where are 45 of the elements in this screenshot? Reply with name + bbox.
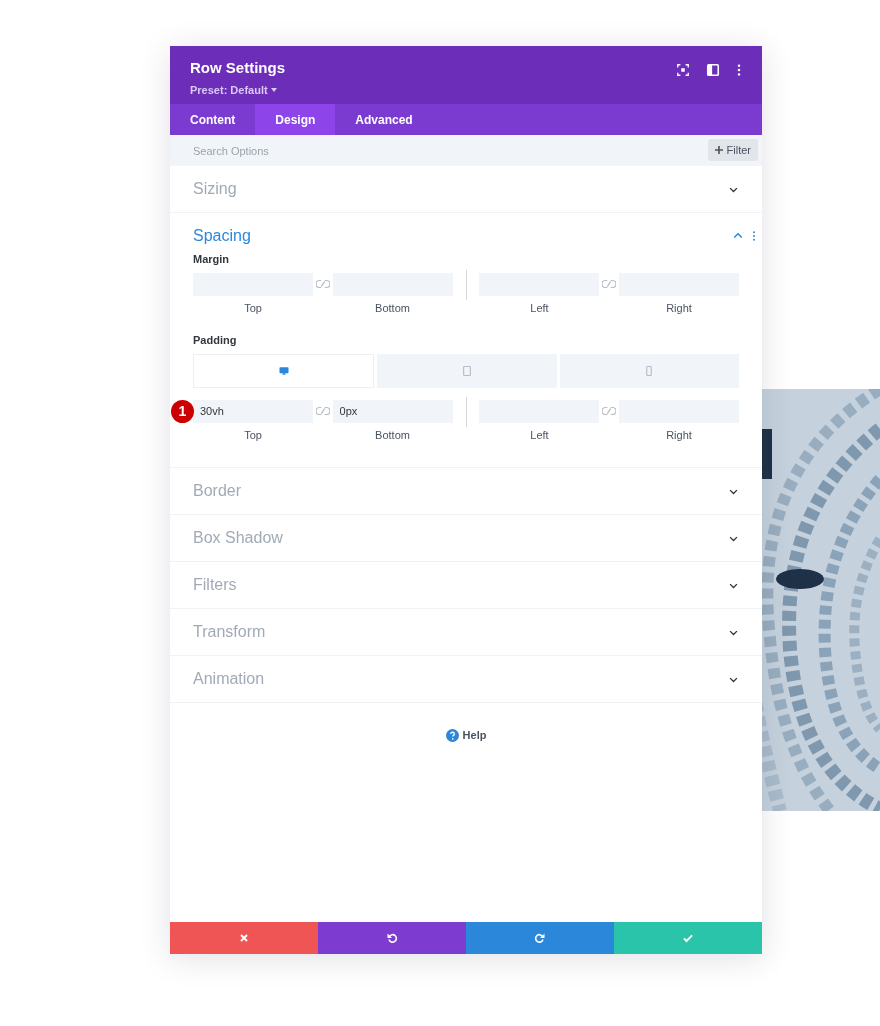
help-link[interactable]: Help (445, 727, 487, 744)
caret-icon (270, 88, 277, 92)
field-label: Top (244, 300, 262, 316)
undo-icon (386, 932, 398, 944)
field-label: Left (530, 300, 549, 316)
device-tab[interactable] (559, 353, 739, 388)
field-label: Margin (193, 252, 231, 267)
check-icon (682, 932, 694, 944)
redo-icon (534, 932, 546, 944)
tab[interactable]: Advanced (335, 104, 433, 135)
link-icon[interactable] (315, 277, 330, 291)
field-label: Bottom (375, 427, 410, 443)
filter-button[interactable]: Filter (707, 139, 758, 161)
tablet-icon (461, 364, 473, 377)
redo-button[interactable] (466, 922, 614, 954)
field-label: Right (666, 300, 692, 316)
field-label: Right (666, 427, 692, 443)
field-label: Padding (193, 333, 238, 348)
desktop-icon (277, 364, 290, 377)
section-title[interactable]: Spacing (193, 224, 251, 248)
tab[interactable]: Design (255, 104, 336, 135)
discard-button[interactable] (170, 922, 318, 954)
tab[interactable]: Content (170, 104, 256, 135)
device-tab[interactable] (193, 353, 375, 388)
save-button[interactable] (614, 922, 762, 954)
more-options-icon[interactable] (736, 63, 742, 77)
fullscreen-icon[interactable] (676, 63, 690, 77)
preset-dropdown[interactable]: Preset: Default (190, 81, 277, 99)
step-marker: 1 (171, 399, 194, 423)
field-label: Left (530, 427, 549, 443)
plus-icon (714, 146, 723, 154)
link-icon[interactable] (602, 404, 617, 418)
link-icon[interactable] (315, 404, 330, 418)
more-options-icon[interactable] (752, 230, 756, 242)
input-field[interactable]: 0px (332, 399, 453, 423)
field-label: Top (244, 427, 262, 443)
split-view-icon[interactable] (706, 63, 720, 77)
close-icon (238, 932, 250, 944)
input-field[interactable]: 30vh (193, 399, 313, 423)
link-icon[interactable] (602, 277, 617, 291)
panel-title: Row Settings (190, 59, 285, 77)
field-label: Bottom (375, 300, 410, 316)
device-tab[interactable] (377, 353, 557, 388)
help-icon (445, 729, 459, 742)
undo-button[interactable] (318, 922, 466, 954)
